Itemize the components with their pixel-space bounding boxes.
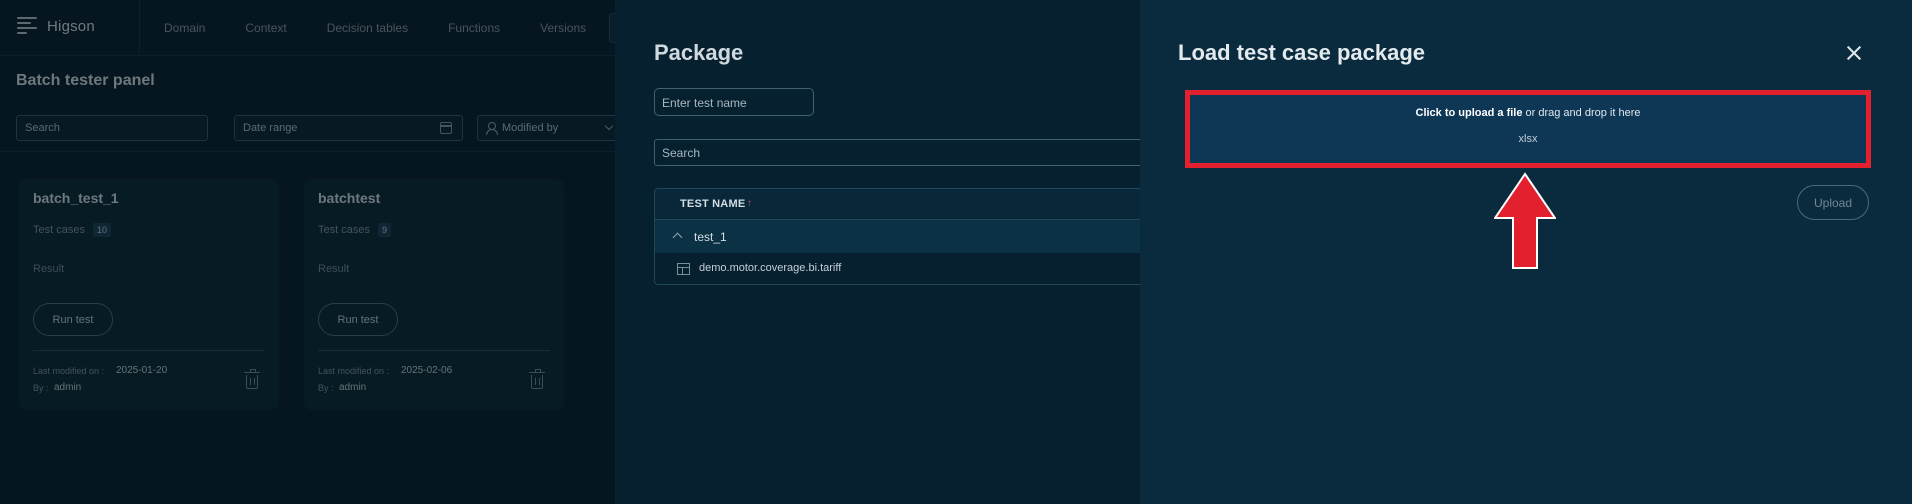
batch-tester-app: Higson Domain Context Decision tables Fu…: [0, 0, 615, 504]
test-name-input[interactable]: Enter test name: [654, 88, 814, 116]
upload-button[interactable]: Upload: [1797, 185, 1869, 220]
test-group-name: test_1: [694, 230, 727, 244]
package-title: Package: [654, 40, 744, 65]
table-header: TEST NAME ↑: [655, 189, 1153, 220]
load-package-drawer: Load test case package Click to upload a…: [1140, 0, 1912, 504]
sort-arrow-icon[interactable]: ↑: [747, 198, 752, 209]
table-icon: [677, 263, 690, 275]
drag-drop-text: or drag and drop it here: [1522, 107, 1641, 119]
package-search-input[interactable]: Search: [654, 139, 1154, 166]
column-header-test-name[interactable]: TEST NAME: [680, 198, 745, 210]
package-drawer: Package Enter test name Search TEST NAME…: [615, 0, 1154, 504]
table-row[interactable]: demo.motor.coverage.bi.tariff: [655, 253, 1153, 284]
close-icon[interactable]: [1846, 45, 1862, 61]
accepted-extension: xlsx: [1518, 133, 1538, 145]
arrow-up-icon: [1494, 172, 1556, 269]
load-package-title: Load test case package: [1178, 40, 1426, 65]
file-dropzone[interactable]: Click to upload a file or drag and drop …: [1185, 90, 1871, 168]
test-table: TEST NAME ↑ test_1 demo.motor.coverage.b…: [654, 188, 1154, 285]
modal-backdrop[interactable]: [0, 0, 615, 504]
table-row[interactable]: test_1: [655, 220, 1153, 253]
test-item-name: demo.motor.coverage.bi.tariff: [699, 262, 842, 274]
click-to-upload-link[interactable]: Click to upload a file: [1416, 107, 1523, 119]
dropzone-instructions: Click to upload a file or drag and drop …: [1190, 107, 1866, 119]
chevron-up-icon[interactable]: [672, 232, 683, 243]
